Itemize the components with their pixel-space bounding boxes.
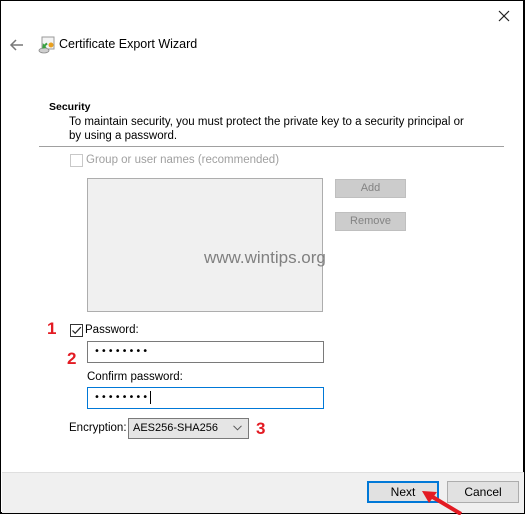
back-arrow-icon[interactable] (9, 38, 25, 52)
group-names-label: Group or user names (recommended) (86, 154, 280, 166)
checkmark-icon (72, 326, 82, 335)
section-heading: Security (49, 101, 91, 113)
group-names-listbox[interactable] (87, 178, 323, 312)
wizard-title: Certificate Export Wizard (59, 37, 198, 51)
add-button[interactable]: Add (335, 179, 406, 198)
confirm-password-value: •••••••• (94, 392, 150, 403)
password-checkbox[interactable] (70, 324, 83, 337)
group-names-checkbox[interactable] (70, 154, 83, 167)
annotation-step-1: 1 (47, 319, 57, 338)
encryption-label: Encryption: (69, 422, 127, 434)
wizard-window: Certificate Export Wizard Security To ma… (0, 0, 525, 515)
header-separator (39, 146, 504, 147)
chevron-down-icon (233, 425, 242, 431)
password-label: Password: (85, 324, 139, 336)
password-input[interactable]: •••••••• (87, 341, 324, 363)
encryption-selected: AES256-SHA256 (133, 422, 218, 434)
close-icon[interactable] (495, 7, 513, 25)
remove-button[interactable]: Remove (335, 212, 406, 231)
text-caret (150, 390, 152, 404)
password-value: •••••••• (94, 346, 150, 357)
section-description: To maintain security, you must protect t… (69, 116, 464, 142)
annotation-arrow-icon (422, 491, 463, 515)
confirm-password-input[interactable]: •••••••• (87, 387, 324, 409)
encryption-select[interactable]: AES256-SHA256 (128, 418, 249, 439)
annotation-step-2: 2 (67, 349, 77, 368)
confirm-password-label: Confirm password: (87, 371, 183, 383)
certificate-export-icon (38, 36, 55, 54)
annotation-step-3: 3 (256, 419, 266, 438)
watermark: www.wintips.org (204, 248, 326, 267)
